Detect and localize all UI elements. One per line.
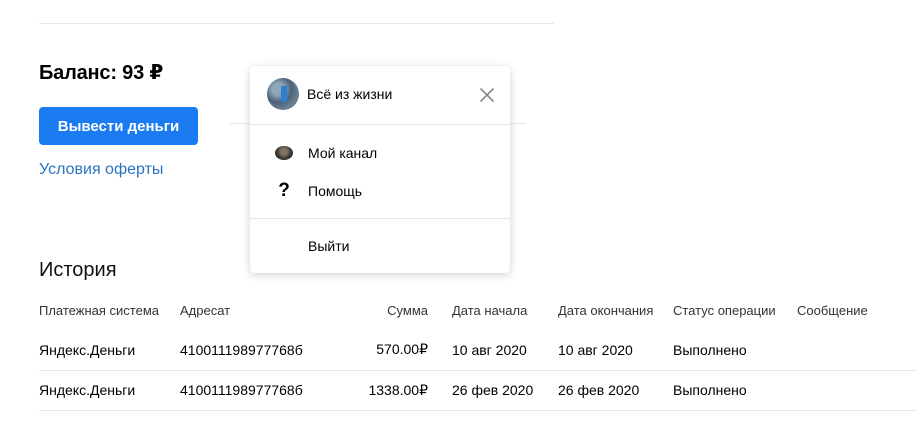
cell-payment-system: Яндекс.Деньги <box>39 382 136 398</box>
column-header-status: Статус операции <box>673 302 776 318</box>
balance-heading: Баланс: 93 ₽ <box>39 62 164 84</box>
column-header-start-date: Дата начала <box>452 302 528 318</box>
cell-start-date: 26 фев 2020 <box>452 382 534 398</box>
question-icon: ? <box>278 180 290 201</box>
table-row: Яндекс.Деньги 410011198977768б 1338.00₽ … <box>39 370 917 410</box>
history-header-row: Платежная система Адресат Сумма Дата нач… <box>39 290 917 330</box>
close-icon[interactable] <box>477 85 497 105</box>
cell-message <box>797 370 917 410</box>
offer-terms-link[interactable]: Условия оферты <box>39 161 163 179</box>
channel-avatar-icon <box>274 143 294 163</box>
history-table: Платежная система Адресат Сумма Дата нач… <box>39 290 917 411</box>
menu-item-logout[interactable]: Выйти <box>250 230 510 262</box>
cell-status: Выполнено <box>673 341 747 358</box>
cell-amount: 1338.00₽ <box>368 381 428 398</box>
withdraw-money-button[interactable]: Вывести деньги <box>39 107 198 145</box>
wallet-page: Баланс: 93 ₽ Вывести деньги Условия офер… <box>0 0 917 427</box>
menu-item-label: Помощь <box>308 183 363 199</box>
menu-divider <box>250 218 510 219</box>
cell-amount: 570.00₽ <box>376 341 428 358</box>
menu-item-help[interactable]: ? Помощь <box>250 175 510 207</box>
top-divider <box>39 23 554 24</box>
account-name: Всё из жизни <box>307 86 393 102</box>
menu-item-label: Мой канал <box>308 145 378 161</box>
column-header-message: Сообщение <box>797 302 868 318</box>
table-row: Яндекс.Деньги 410011198977768б 570.00₽ 1… <box>39 330 917 370</box>
cell-end-date: 26 фев 2020 <box>558 382 640 398</box>
history-title: История <box>39 259 117 281</box>
cell-status: Выполнено <box>673 382 747 398</box>
logout-label: Выйти <box>308 238 350 254</box>
column-header-amount: Сумма <box>387 302 428 318</box>
user-avatar-icon[interactable] <box>267 78 299 110</box>
column-header-recipient: Адресат <box>180 302 231 318</box>
cell-recipient: 410011198977768б <box>180 382 303 398</box>
cell-recipient: 410011198977768б <box>180 341 303 358</box>
account-menu-popup: Всё из жизни Мой канал ? Помощь Выйти <box>250 66 510 273</box>
account-menu-header: Всё из жизни <box>250 66 510 125</box>
cell-payment-system: Яндекс.Деньги <box>39 341 136 358</box>
column-header-end-date: Дата окончания <box>558 302 654 318</box>
cell-end-date: 10 авг 2020 <box>558 341 633 358</box>
menu-item-my-channel[interactable]: Мой канал <box>250 137 510 169</box>
cell-start-date: 10 авг 2020 <box>452 341 527 358</box>
column-header-payment-system: Платежная система <box>39 302 159 318</box>
cell-message <box>797 330 917 370</box>
